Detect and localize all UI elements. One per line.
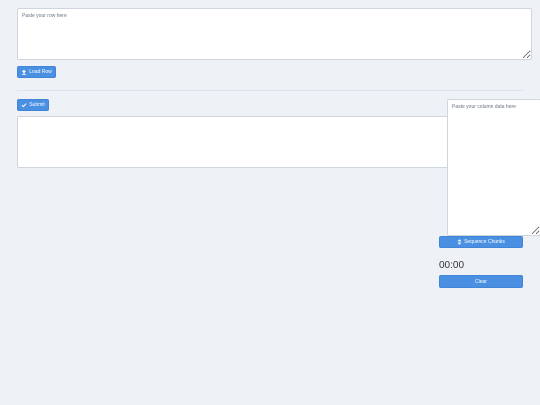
column-data-input[interactable] xyxy=(447,99,540,236)
sequence-chunks-button[interactable]: Sequence Chunks xyxy=(439,236,523,248)
load-row-button[interactable]: Load Row xyxy=(17,66,56,78)
clear-label: Clear xyxy=(475,278,487,285)
output-area xyxy=(17,116,449,168)
divider xyxy=(17,90,523,91)
submit-button[interactable]: Submit xyxy=(17,99,49,111)
load-row-label: Load Row xyxy=(29,69,52,75)
sort-icon xyxy=(457,239,462,245)
row-input[interactable] xyxy=(17,8,532,60)
submit-label: Submit xyxy=(29,102,45,108)
timer-display: 00:00 xyxy=(439,260,465,271)
check-icon xyxy=(21,102,27,108)
clear-button[interactable]: Clear xyxy=(439,275,523,288)
sequence-chunks-label: Sequence Chunks xyxy=(464,239,505,245)
upload-icon xyxy=(21,69,27,75)
